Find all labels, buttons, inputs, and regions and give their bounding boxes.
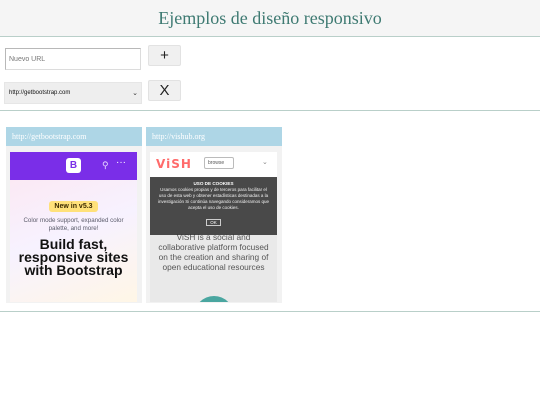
title-bar: Ejemplos de diseño responsivo bbox=[0, 0, 540, 37]
frame-card: http://getbootstrap.com B ⚲ ··· New in v… bbox=[6, 127, 142, 303]
bootstrap-navbar: B ⚲ ··· bbox=[10, 152, 137, 180]
cookie-banner: USO DE COOKIES Usamos cookies propias y … bbox=[150, 177, 277, 235]
new-url-input[interactable] bbox=[5, 48, 141, 70]
cookie-text: Usamos cookies propias y de terceros par… bbox=[157, 187, 270, 210]
frame-viewport[interactable]: ViSH browse ⌄ ViSH is a social and colla… bbox=[150, 152, 277, 302]
frames-area: http://getbootstrap.com B ⚲ ··· New in v… bbox=[0, 110, 540, 312]
hero-headline: Build fast, responsive sites with Bootst… bbox=[18, 236, 129, 278]
browse-dropdown[interactable]: browse bbox=[204, 157, 234, 169]
vish-logo[interactable]: ViSH bbox=[156, 157, 192, 171]
vish-navbar: ViSH browse ⌄ bbox=[150, 152, 277, 178]
url-select-value: http://getbootstrap.com bbox=[9, 90, 71, 96]
hero-subtitle: Color mode support, expanded color palet… bbox=[23, 217, 124, 232]
url-select[interactable]: http://getbootstrap.com ⌄ bbox=[4, 82, 142, 104]
frame-url-header: http://vishub.org bbox=[146, 127, 282, 146]
search-icon[interactable]: ⚲ bbox=[102, 160, 109, 171]
bootstrap-logo-icon: B bbox=[66, 158, 81, 173]
decorative-circle bbox=[194, 296, 234, 302]
hero-text: ViSH is a social and collaborative platf… bbox=[158, 232, 269, 272]
frame-card: http://vishub.org ViSH browse ⌄ ViSH is … bbox=[146, 127, 282, 303]
frame-url-header: http://getbootstrap.com bbox=[6, 127, 142, 146]
frame-viewport[interactable]: B ⚲ ··· New in v5.3 Color mode support, … bbox=[10, 152, 137, 302]
url-controls: + http://getbootstrap.com ⌄ X bbox=[0, 38, 540, 110]
chevron-down-icon[interactable]: ⌄ bbox=[262, 158, 268, 166]
chevron-down-icon: ⌄ bbox=[132, 90, 138, 97]
remove-url-button[interactable]: X bbox=[148, 80, 181, 101]
add-url-button[interactable]: + bbox=[148, 45, 181, 66]
more-icon[interactable]: ··· bbox=[116, 157, 126, 168]
bootstrap-hero: New in v5.3 Color mode support, expanded… bbox=[10, 180, 137, 302]
page-title: Ejemplos de diseño responsivo bbox=[158, 7, 382, 28]
version-badge[interactable]: New in v5.3 bbox=[49, 201, 98, 212]
cookie-ok-button[interactable]: OK bbox=[206, 219, 221, 226]
